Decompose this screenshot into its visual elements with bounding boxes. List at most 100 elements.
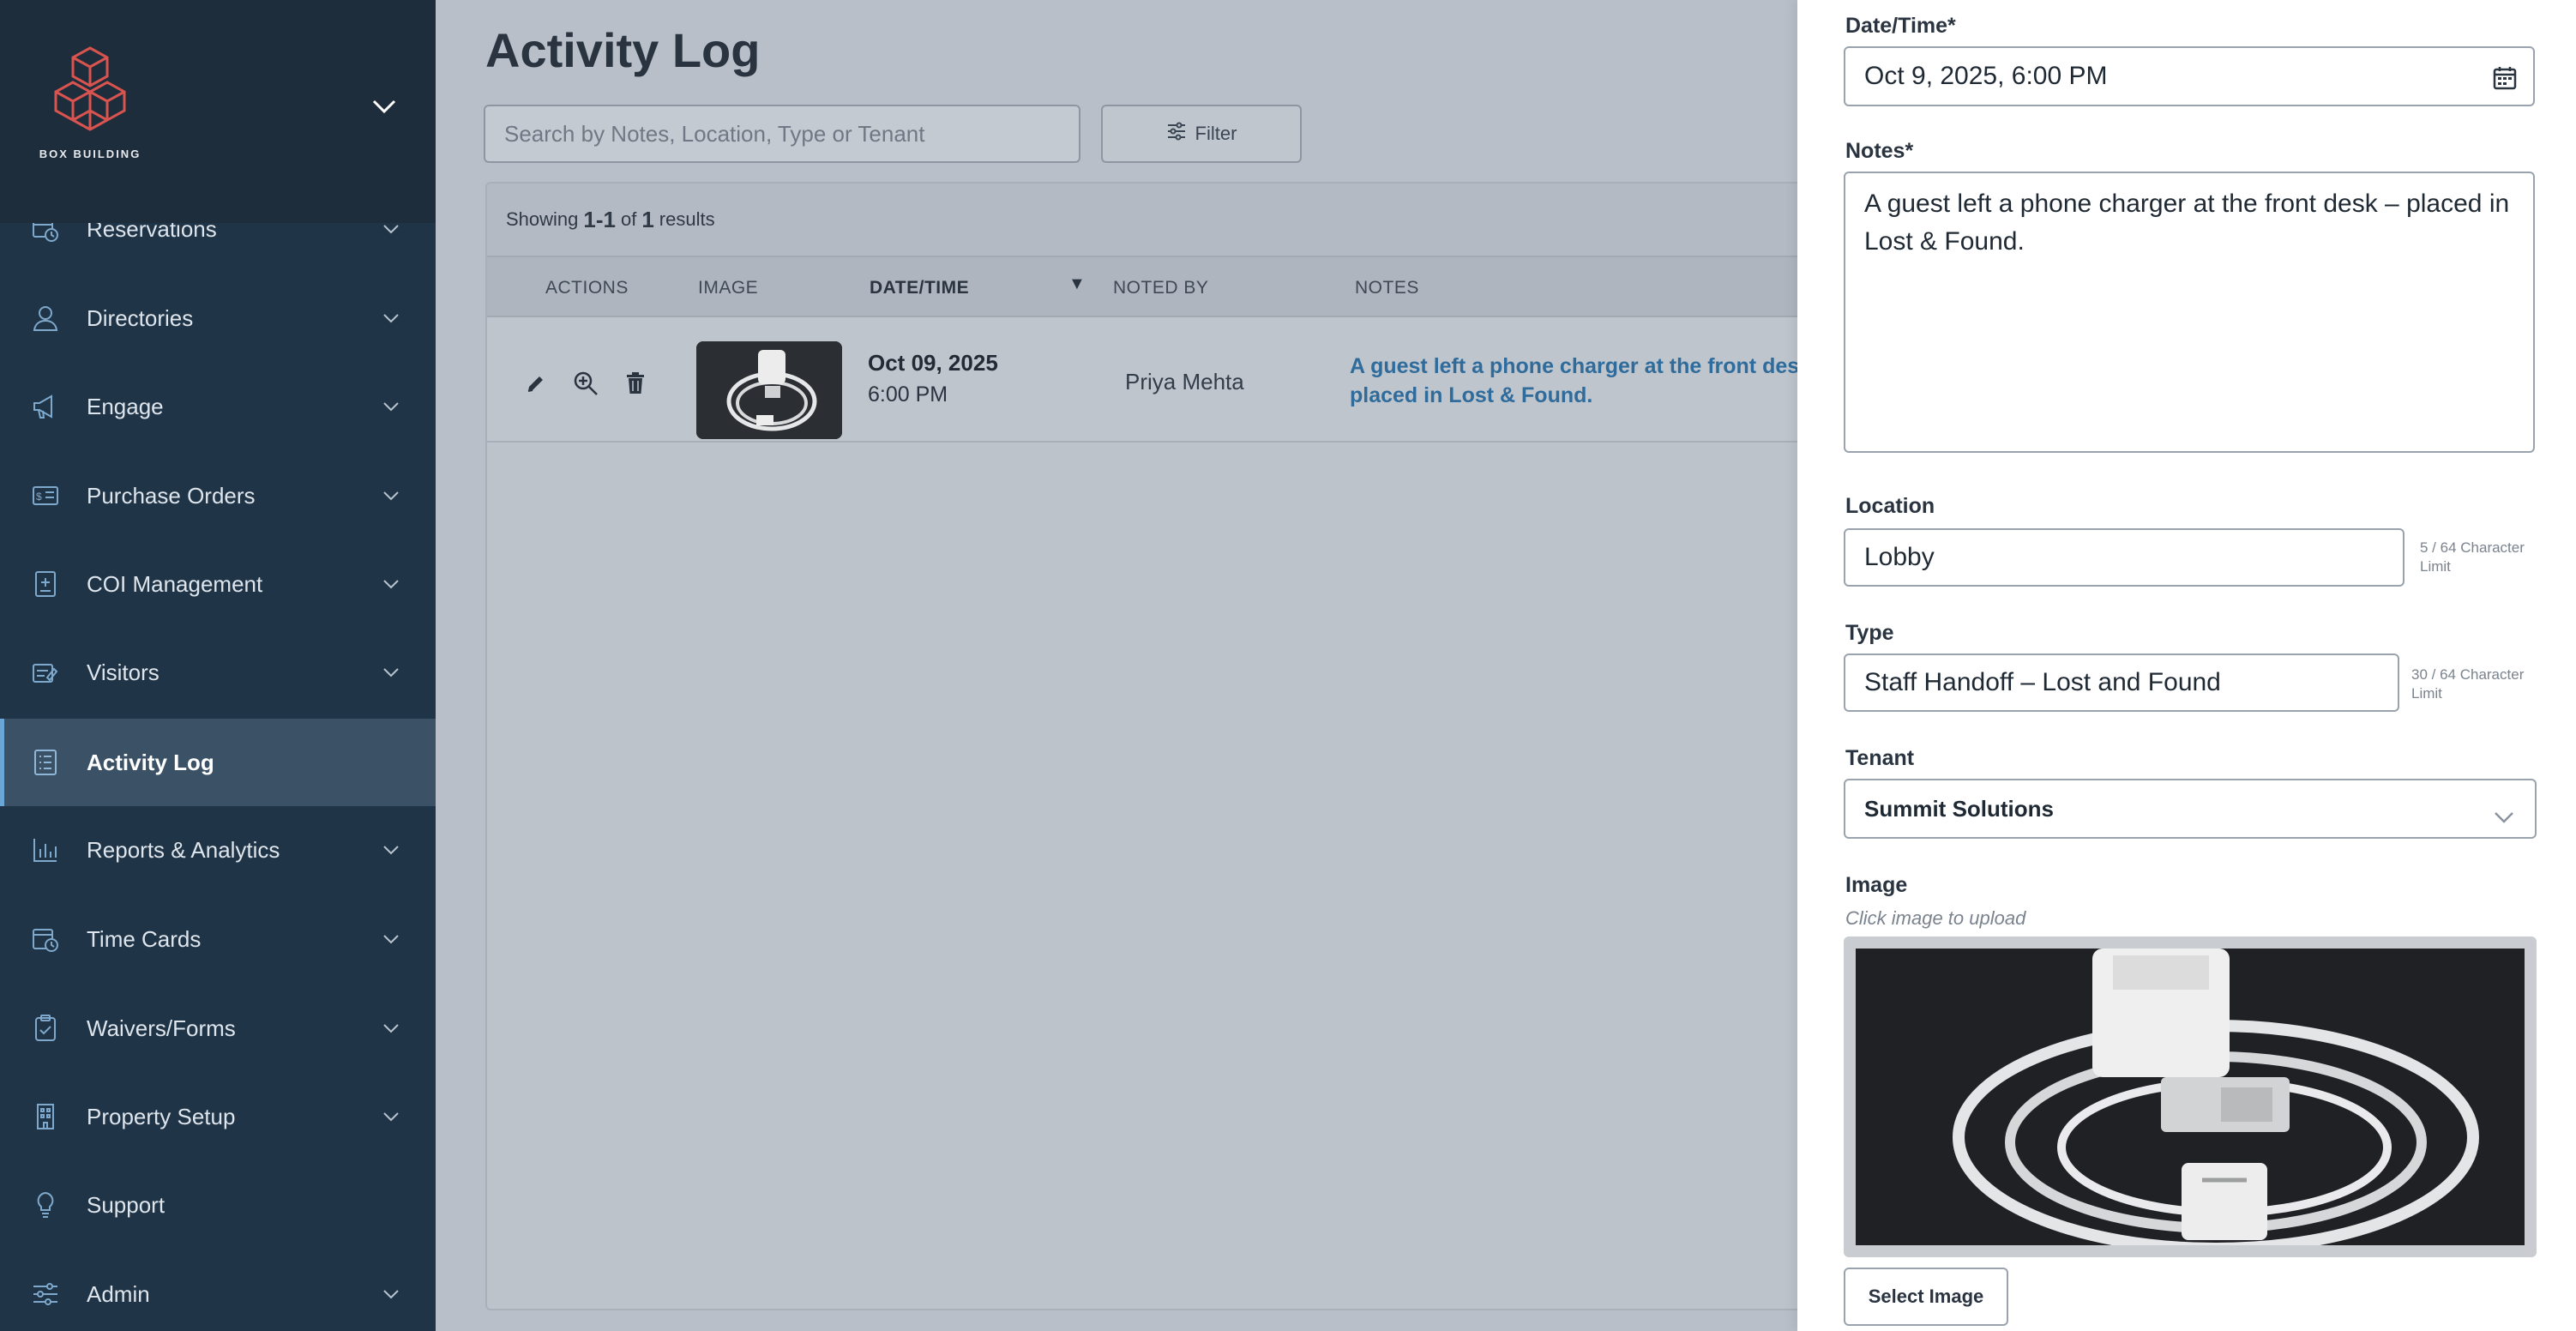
page-title: Activity Log [485,23,761,77]
caret-down-icon [381,840,401,860]
tenant-select[interactable]: Summit Solutions [1844,779,2537,839]
location-field[interactable]: Lobby [1844,528,2404,587]
image-label: Image [1845,873,1908,897]
sidebar-item-engage[interactable]: Engage [0,363,436,450]
sidebar-item-label: Admin [87,1280,150,1307]
location-value: Lobby [1864,543,1935,571]
caret-down-icon [381,485,401,506]
sidebar-item-time-cards[interactable]: Time Cards [0,895,436,983]
column-header-datetime[interactable]: DATE/TIME [870,257,969,319]
datetime-field[interactable]: Oct 9, 2025, 6:00 PM [1844,46,2535,106]
sidebar-item-waivers-forms[interactable]: Waivers/Forms [0,985,436,1072]
sidebar-item-label: Support [87,1191,166,1218]
tenant-label: Tenant [1845,746,1915,770]
sidebar-item-property-setup[interactable]: Property Setup [0,1073,436,1160]
notes-textarea[interactable]: A guest left a phone charger at the fron… [1844,172,2535,453]
sliders-icon [29,1278,62,1310]
location-label: Location [1845,494,1935,518]
time-card-icon [29,923,62,955]
edit-icon[interactable] [521,369,551,398]
zoom-in-icon[interactable] [571,369,600,398]
person-icon [29,302,62,334]
sidebar-item-admin[interactable]: Admin [0,1250,436,1331]
lightbulb-icon [29,1189,62,1221]
column-header-image: IMAGE [698,278,759,298]
tenant-value: Summit Solutions [1864,795,2054,822]
caret-down-icon [381,1106,401,1127]
entry-notes-link[interactable]: A guest left a phone charger at the fron… [1350,352,1821,410]
table-row: Oct 09, 2025 6:00 PM Priya Mehta A guest… [487,317,1821,443]
results-range: 1-1 [583,206,616,232]
search-input[interactable] [484,105,1080,163]
sidebar-item-coi-management[interactable]: COI Management [0,540,436,628]
caret-down-icon [381,396,401,417]
sidebar-item-label: Visitors [87,659,159,685]
sidebar-item-label: Reports & Analytics [87,836,280,863]
sidebar-item-label: COI Management [87,570,263,597]
sidebar-item-label: Directories [87,304,194,331]
type-field[interactable]: Staff Handoff – Lost and Found [1844,653,2399,712]
document-plus-icon [29,568,62,600]
sidebar-item-label: Purchase Orders [87,482,256,509]
type-value: Staff Handoff – Lost and Found [1864,668,2221,696]
building-icon [29,1100,62,1133]
invoice-icon: $ [29,479,62,512]
filter-icon [1166,122,1187,146]
chevron-down-icon [2494,803,2514,829]
megaphone-icon [29,390,62,423]
entry-noted-by: Priya Mehta [1125,369,1244,394]
image-upload-preview[interactable] [1844,937,2537,1257]
activity-table: Showing 1-1 of 1 results ACTIONS IMAGE D… [485,182,1823,1310]
brand-logo[interactable]: BOX BUILDING [34,45,146,173]
caret-down-icon [381,1018,401,1039]
list-icon [29,746,62,779]
sidebar-header: BOX BUILDING [0,0,436,223]
results-prefix: Showing [506,208,579,230]
calendar-icon[interactable] [2492,65,2518,98]
filter-button[interactable]: Filter [1101,105,1302,163]
caret-down-icon [381,574,401,594]
caret-down-icon [381,1284,401,1304]
sidebar-item-visitors[interactable]: Visitors [0,629,436,716]
sidebar-item-label: Waivers/Forms [87,1015,236,1041]
sidebar-item-label: Engage [87,393,164,419]
image-thumbnail[interactable] [696,341,842,439]
entry-notes-line: A guest left a phone charger at the fron… [1350,354,1812,378]
sidebar-item-label: Property Setup [87,1103,236,1129]
datetime-value: Oct 9, 2025, 6:00 PM [1864,62,2108,90]
sidebar-item-support[interactable]: Support [0,1161,436,1249]
trash-icon[interactable] [621,369,650,398]
caret-down-icon [381,929,401,949]
entry-date: Oct 09, 2025 [868,350,998,376]
image-upload-hint: Click image to upload [1845,907,2026,929]
chevron-down-icon[interactable] [367,89,401,123]
column-header-actions: ACTIONS [545,278,629,298]
charger-photo [1856,949,2525,1245]
select-image-button[interactable]: Select Image [1844,1268,2008,1326]
type-label: Type [1845,621,1894,645]
sidebar-item-directories[interactable]: Directories [0,274,436,362]
caret-down-icon [381,308,401,328]
results-total: 1 [641,206,654,232]
notes-label: Notes* [1845,139,1914,163]
svg-text:$: $ [36,491,42,503]
edit-entry-panel: Date/Time* Oct 9, 2025, 6:00 PM Notes* A… [1797,0,2576,1331]
visitor-pass-icon [29,656,62,689]
sidebar-item-activity-log[interactable]: Activity Log [0,719,436,806]
bar-chart-icon [29,834,62,866]
entry-time: 6:00 PM [868,382,948,407]
location-char-limit: 5 / 64 Character Limit [2420,539,2525,575]
sidebar-item-reports-analytics[interactable]: Reports & Analytics [0,806,436,894]
clipboard-check-icon [29,1012,62,1045]
caret-down-icon [381,662,401,683]
sort-desc-icon[interactable]: ▼ [1068,274,1086,294]
sidebar: Reservations Directories Engage $ Purcha… [0,0,436,1331]
type-char-limit: 30 / 64 Character Limit [2411,666,2525,702]
sidebar-item-purchase-orders[interactable]: $ Purchase Orders [0,452,436,539]
datetime-label: Date/Time* [1845,14,1956,38]
results-count: Showing 1-1 of 1 results [487,184,1821,256]
sidebar-item-label: Time Cards [87,925,202,952]
sidebar-item-label: Activity Log [87,749,214,775]
table-header: ACTIONS IMAGE DATE/TIME ▼ NOTED BY NOTES [487,256,1821,317]
entry-notes-line: placed in Lost & Found. [1350,383,1593,407]
